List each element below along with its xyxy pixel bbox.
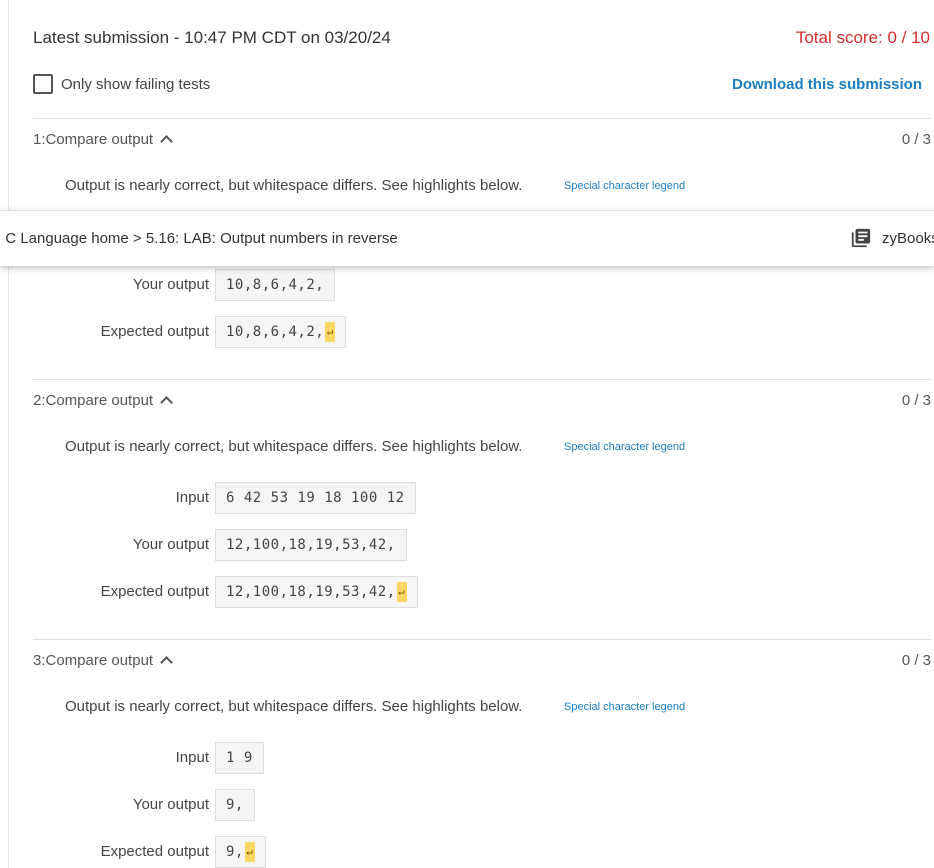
your-output-label: Your output (132, 536, 209, 553)
input-label: Input (175, 489, 209, 506)
chevron-up-icon[interactable] (160, 135, 173, 148)
test-case-3: 3:Compare output 0 / 3 Output is nearly … (33, 639, 931, 868)
zybooks-label: zyBooks (882, 229, 934, 247)
newline-marker-icon: ↵ (325, 322, 336, 342)
expected-output-label: Expected output (100, 583, 209, 600)
expected-output-box: 9, ↵ (215, 836, 266, 868)
zybooks-library-button[interactable]: zyBooks (850, 227, 934, 249)
test-1-score: 0 / 3 (901, 131, 931, 148)
expected-output-value: 9, (226, 844, 244, 860)
test-3-score: 0 / 3 (901, 652, 931, 669)
test-3-legend-link[interactable]: Special character legend (564, 701, 685, 713)
newline-marker-icon: ↵ (244, 842, 255, 862)
expected-output-label: Expected output (100, 323, 209, 340)
your-output-value: 10,8,6,4,2, (215, 269, 336, 301)
expected-output-value: 12,100,18,19,53,42, (226, 584, 396, 600)
submission-title: Latest submission - 10:47 PM CDT on 03/2… (33, 28, 391, 47)
test-2-header[interactable]: 2:Compare output (33, 392, 173, 409)
chevron-up-icon[interactable] (160, 656, 173, 669)
breadcrumb[interactable]: : C Language home > 5.16: LAB: Output nu… (0, 230, 398, 247)
test-1-your-output-row: Your output 10,8,6,4,2, (33, 269, 633, 301)
newline-marker-icon: ↵ (396, 582, 407, 602)
test-2-expected-output-row: Expected output 12,100,18,19,53,42, ↵ (33, 576, 633, 608)
test-2-title: 2:Compare output (33, 392, 154, 409)
input-value: 1 9 (215, 742, 264, 774)
expected-output-label: Expected output (100, 843, 209, 860)
expected-output-value: 10,8,6,4,2, (226, 324, 325, 340)
failing-tests-label: Only show failing tests (61, 75, 211, 93)
test-2-message: Output is nearly correct, but whitespace… (65, 438, 523, 455)
test-2-input-row: Input 6 42 53 19 18 100 12 (33, 482, 633, 514)
input-value: 6 42 53 19 18 100 12 (215, 482, 416, 514)
input-label: Input (175, 749, 209, 766)
test-1-expected-output-row: Expected output 10,8,6,4,2, ↵ (33, 316, 633, 348)
test-2-score: 0 / 3 (901, 392, 931, 409)
test-3-input-row: Input 1 9 (33, 742, 633, 774)
test-3-title: 3:Compare output (33, 652, 154, 669)
test-3-your-output-row: Your output 9, (33, 789, 633, 821)
failing-tests-checkbox[interactable] (33, 74, 53, 94)
expected-output-box: 10,8,6,4,2, ↵ (215, 316, 347, 348)
test-2-your-output-row: Your output 12,100,18,19,53,42, (33, 529, 633, 561)
chevron-up-icon[interactable] (160, 396, 173, 409)
library-books-icon (850, 227, 872, 249)
failing-tests-toggle[interactable]: Only show failing tests (33, 74, 210, 94)
test-2-legend-link[interactable]: Special character legend (564, 441, 685, 453)
your-output-value: 12,100,18,19,53,42, (215, 529, 407, 561)
breadcrumb-bar: : C Language home > 5.16: LAB: Output nu… (0, 210, 934, 266)
test-3-message: Output is nearly correct, but whitespace… (65, 698, 523, 715)
test-3-header[interactable]: 3:Compare output (33, 652, 173, 669)
test-case-2: 2:Compare output 0 / 3 Output is nearly … (33, 379, 931, 640)
test-1-legend-link[interactable]: Special character legend (564, 180, 685, 192)
your-output-label: Your output (132, 276, 209, 293)
expected-output-box: 12,100,18,19,53,42, ↵ (215, 576, 418, 608)
your-output-label: Your output (132, 796, 209, 813)
test-3-expected-output-row: Expected output 9, ↵ (33, 836, 633, 868)
test-1-message: Output is nearly correct, but whitespace… (65, 177, 523, 194)
test-1-header[interactable]: 1:Compare output (33, 131, 173, 148)
test-1-title: 1:Compare output (33, 131, 154, 148)
download-submission-link[interactable]: Download this submission (732, 76, 922, 93)
total-score: Total score: 0 / 10 (795, 28, 930, 47)
submission-panel: Latest submission - 10:47 PM CDT on 03/2… (8, 0, 934, 868)
your-output-value: 9, (215, 789, 255, 821)
